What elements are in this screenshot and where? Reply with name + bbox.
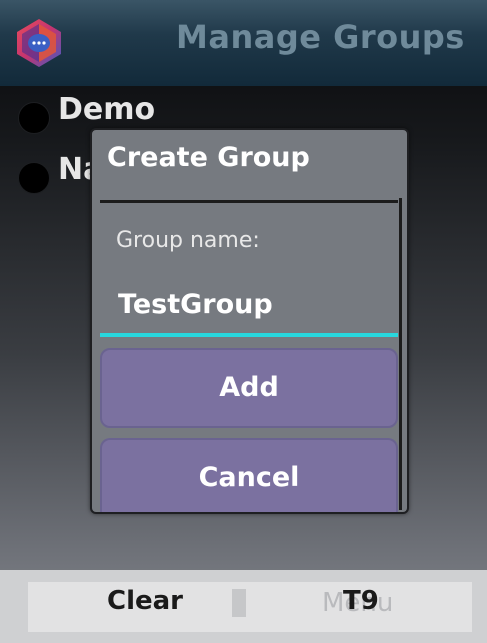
title-bar: Manage Groups [0, 0, 487, 86]
dialog-scrollbar[interactable] [399, 198, 402, 510]
group-label: Demo [58, 92, 156, 127]
radio-button[interactable] [18, 102, 50, 134]
t9-softkey[interactable]: T9 [343, 586, 379, 616]
center-softkey[interactable] [232, 589, 246, 617]
dialog-title: Create Group [107, 142, 310, 173]
clear-softkey[interactable]: Clear [107, 586, 183, 616]
group-name-input[interactable] [100, 275, 398, 337]
list-item-group[interactable]: Demo [18, 90, 318, 134]
create-group-dialog: Create Group Group name: Add Cancel [90, 128, 409, 514]
cancel-button[interactable]: Cancel [100, 438, 398, 512]
dialog-divider [100, 200, 398, 203]
softkey-bar-inner [28, 582, 472, 632]
radio-button[interactable] [18, 162, 50, 194]
add-button[interactable]: Add [100, 348, 398, 428]
page-title: Manage Groups [176, 18, 465, 56]
group-name-label: Group name: [116, 228, 260, 253]
chat-app-logo-icon [17, 19, 61, 67]
app-screen: Manage Groups Demo Na Create Group Group… [0, 0, 487, 643]
